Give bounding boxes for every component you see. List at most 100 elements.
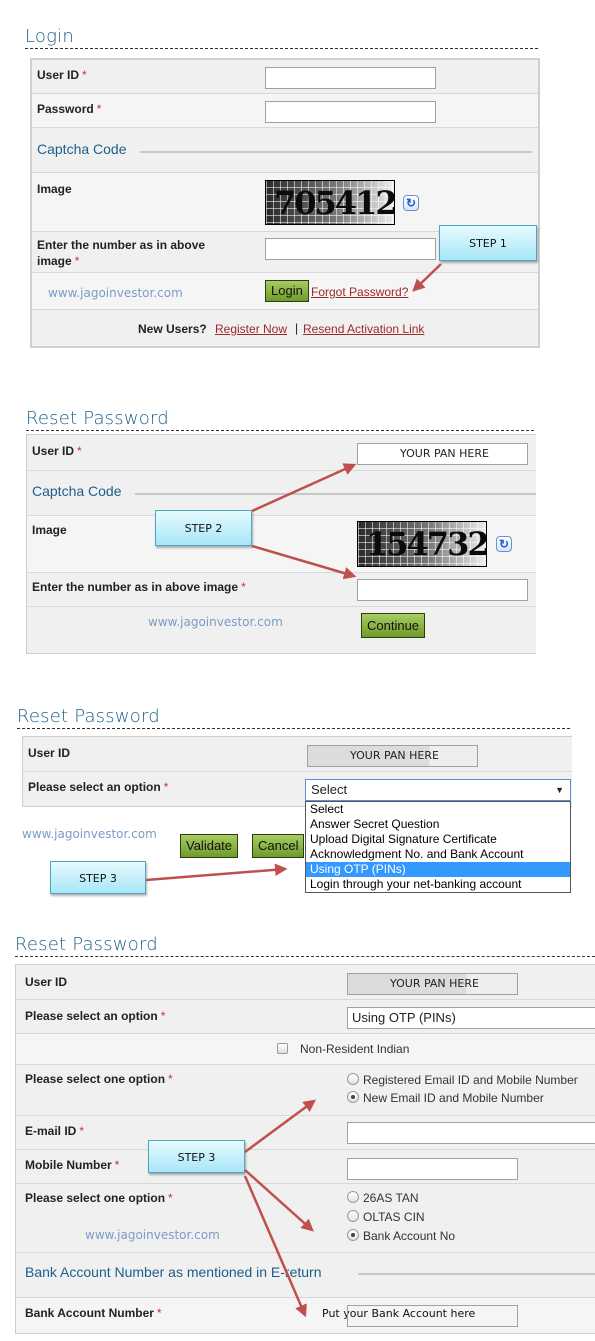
register-now-link[interactable]: Register Now xyxy=(215,321,287,337)
continue-button[interactable]: Continue xyxy=(361,613,426,638)
reset3-bank-section-row: Bank Account Number as mentioned in E-re… xyxy=(16,1253,595,1298)
arrow-step3-select xyxy=(145,863,288,882)
user-id-label: User ID xyxy=(25,975,68,989)
reset-password-heading-2: Reset Password xyxy=(17,707,570,729)
reset3-verify-option-row: Please select one option * www.jagoinvest… xyxy=(16,1184,595,1253)
radio-button[interactable] xyxy=(347,1210,359,1222)
radio-new-email[interactable]: New Email ID and Mobile Number xyxy=(347,1089,544,1108)
step-3-callout: STEP 3 xyxy=(50,861,146,894)
reset1-enter-number-row: Enter the number as in above image * xyxy=(27,573,536,607)
section-divider xyxy=(135,493,536,495)
reset1-userid-row: User ID * YOUR PAN HERE xyxy=(27,435,536,471)
dropdown-option[interactable]: Acknowledgment No. and Bank Account xyxy=(306,847,570,862)
validate-button[interactable]: Validate xyxy=(180,834,239,858)
dropdown-option[interactable]: Upload Digital Signature Certificate xyxy=(306,832,570,847)
captcha-section-title: Captcha Code xyxy=(37,141,127,157)
captcha-input[interactable] xyxy=(265,238,436,260)
login-captcha-section-row: Captcha Code xyxy=(32,128,538,173)
login-userid-row: User ID * xyxy=(32,60,538,94)
section-divider xyxy=(140,151,532,153)
reset1-captcha-section-row: Captcha Code xyxy=(27,471,536,516)
dropdown-option[interactable]: Select xyxy=(306,802,570,817)
reset3-option-row: Please select an option * Using OTP (PINs… xyxy=(16,1000,595,1034)
reset3-nri-row: Non-Resident Indian xyxy=(16,1034,595,1065)
reset3-panel: User ID YOUR PAN HERE Please select an o… xyxy=(15,964,595,1334)
mobile-label: Mobile Number * xyxy=(25,1158,120,1172)
dropdown-arrow-icon: ▼ xyxy=(555,785,564,795)
reset-password-heading-1: Reset Password xyxy=(26,409,534,431)
reset3-bank-row: Bank Account Number * Put your Bank Accou… xyxy=(16,1298,595,1333)
new-users-label: New Users? xyxy=(138,322,207,336)
bank-account-input[interactable] xyxy=(347,1305,518,1327)
radio-button[interactable] xyxy=(347,1091,359,1103)
radio-bank-account[interactable]: Bank Account No xyxy=(347,1227,455,1246)
nri-label: Non-Resident Indian xyxy=(300,1042,410,1056)
verify-option-label: Please select one option * xyxy=(25,1191,173,1205)
password-input[interactable] xyxy=(265,101,436,123)
radio-button[interactable] xyxy=(347,1229,359,1241)
forgot-password-link[interactable]: Forgot Password? xyxy=(311,284,408,300)
step-3b-callout: STEP 3 xyxy=(148,1140,245,1173)
option-select[interactable]: Using OTP (PINs) xyxy=(347,1007,595,1029)
select-option-label: Please select an option * xyxy=(25,1009,166,1023)
login-new-users-row: New Users? Register Now | Resend Activat… xyxy=(32,310,538,346)
captcha-image: 154732 xyxy=(357,521,487,567)
radio-oltas-cin[interactable]: OLTAS CIN xyxy=(347,1208,425,1227)
radio-button[interactable] xyxy=(347,1191,359,1203)
reset3-email-row: E-mail ID * xyxy=(16,1116,595,1150)
step-2-callout: STEP 2 xyxy=(155,510,252,546)
login-actions-row: www.jagoinvestor.com Login Forgot Passwo… xyxy=(32,273,538,310)
option-dropdown-list[interactable]: Select Answer Secret Question Upload Digit… xyxy=(305,801,571,893)
dropdown-option[interactable]: Answer Secret Question xyxy=(306,817,570,832)
watermark: www.jagoinvestor.com xyxy=(85,1228,220,1242)
captcha-image: 705412 xyxy=(265,180,395,225)
reset-password-heading-3: Reset Password xyxy=(15,935,595,957)
user-id-input[interactable]: YOUR PAN HERE xyxy=(357,443,528,465)
email-label: E-mail ID * xyxy=(25,1124,85,1138)
login-heading: Login xyxy=(25,27,538,49)
step-1-callout: STEP 1 xyxy=(439,225,537,261)
reset3-userid-row: User ID YOUR PAN HERE xyxy=(16,965,595,1000)
enter-number-label: Enter the number as in above image * xyxy=(37,238,206,268)
bank-account-label: Bank Account Number * xyxy=(25,1306,162,1320)
user-id-label: User ID * xyxy=(37,68,87,82)
login-button[interactable]: Login xyxy=(265,280,309,302)
select-option-label: Please select an option * xyxy=(28,780,169,794)
resend-activation-link[interactable]: Resend Activation Link xyxy=(303,321,424,337)
password-label: Password * xyxy=(37,102,102,116)
watermark: www.jagoinvestor.com xyxy=(22,827,157,841)
watermark: www.jagoinvestor.com xyxy=(148,615,283,629)
image-label: Image xyxy=(37,182,72,196)
radio-26as-tan[interactable]: 26AS TAN xyxy=(347,1189,419,1208)
user-id-label: User ID * xyxy=(32,444,82,458)
radio-registered-email[interactable]: Registered Email ID and Mobile Number xyxy=(347,1071,578,1090)
section-divider xyxy=(358,1273,595,1275)
login-image-row: Image 705412 ↻ xyxy=(32,173,538,232)
login-password-row: Password * xyxy=(32,94,538,128)
reset3-mobile-row: Mobile Number * xyxy=(16,1150,595,1184)
reset1-actions-row: www.jagoinvestor.com Continue xyxy=(27,607,536,653)
refresh-icon[interactable]: ↻ xyxy=(496,536,512,552)
dropdown-option[interactable]: Using OTP (PINs) xyxy=(306,862,570,877)
reset1-image-row: Image 154732 ↻ xyxy=(27,516,536,573)
reset2-userid-row: User ID YOUR PAN HERE xyxy=(23,737,572,772)
mobile-input[interactable] xyxy=(347,1158,518,1180)
radio-button[interactable] xyxy=(347,1073,359,1085)
enter-number-label: Enter the number as in above image * xyxy=(32,580,246,594)
refresh-icon[interactable]: ↻ xyxy=(403,195,419,211)
cancel-button[interactable]: Cancel xyxy=(252,834,305,858)
captcha-section-title: Captcha Code xyxy=(32,483,122,499)
nri-checkbox[interactable] xyxy=(277,1043,288,1054)
user-id-input[interactable]: YOUR PAN HERE xyxy=(347,973,518,995)
dropdown-option[interactable]: Login through your net-banking account xyxy=(306,877,570,892)
user-id-input[interactable] xyxy=(265,67,436,89)
captcha-input[interactable] xyxy=(357,579,528,601)
user-id-input[interactable]: YOUR PAN HERE xyxy=(307,745,478,767)
reset1-panel: User ID * YOUR PAN HERE Captcha Code Imag… xyxy=(26,434,536,654)
user-id-label: User ID xyxy=(28,746,71,760)
option-select[interactable]: Select ▼ xyxy=(305,779,571,801)
bank-section-title: Bank Account Number as mentioned in E-re… xyxy=(25,1264,322,1280)
reset3-contact-option-row: Please select one option * Registered Ema… xyxy=(16,1065,595,1116)
image-label: Image xyxy=(32,523,67,537)
email-input[interactable] xyxy=(347,1122,595,1144)
